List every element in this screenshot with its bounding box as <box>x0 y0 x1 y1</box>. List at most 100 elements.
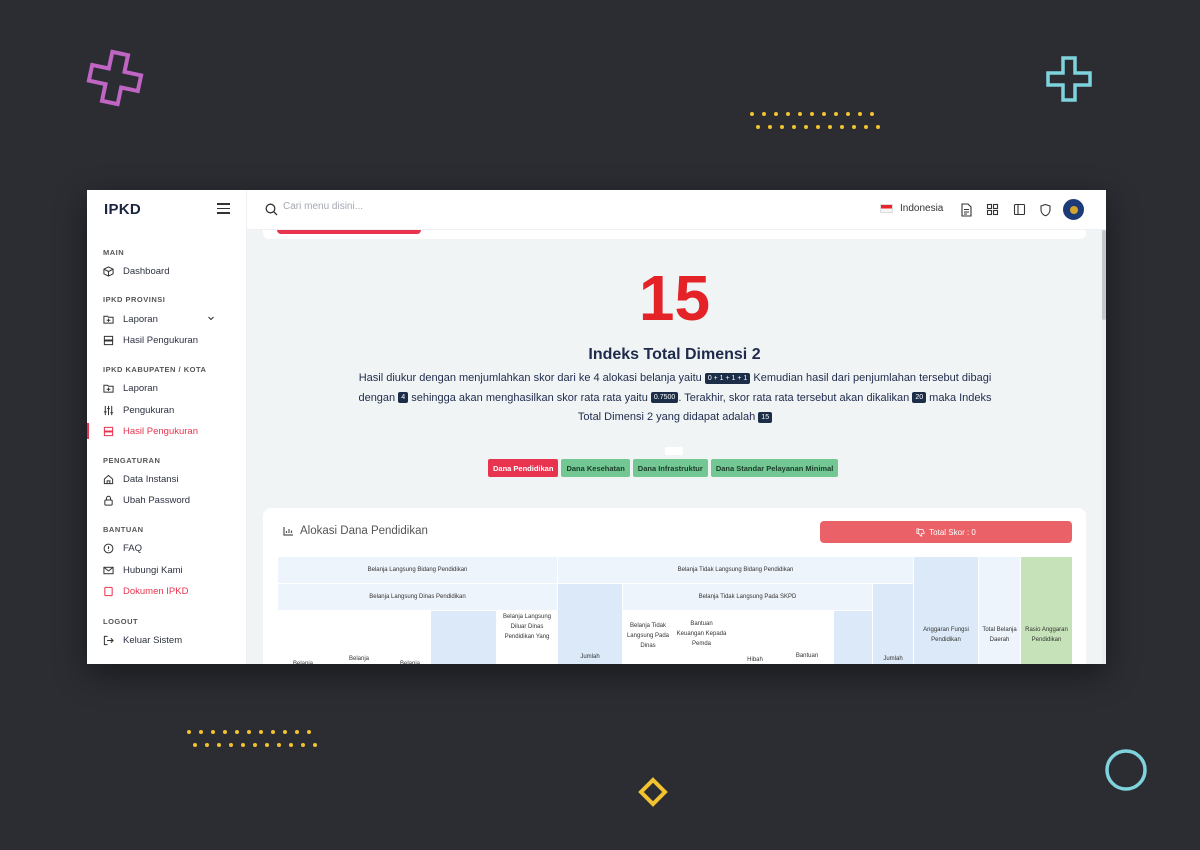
sidebar-item-label: Data Instansi <box>123 473 179 485</box>
sidebar-item-label: Keluar Sistem <box>123 634 183 646</box>
sidebar-item-label: FAQ <box>123 542 143 554</box>
language-selector[interactable]: Indonesia <box>880 203 943 214</box>
main-content: 15 Indeks Total Dimensi 2 Hasil diukur d… <box>247 230 1106 664</box>
sidebar-item-label: Ubah Password <box>123 494 191 506</box>
topbar: Indonesia <box>247 190 1106 230</box>
brand-logo[interactable]: IPKD <box>104 201 141 218</box>
red-action-bar[interactable] <box>277 230 421 234</box>
alokasi-table: Belanja Langsung Bidang Pendidikan Belan… <box>278 557 1072 664</box>
bar-chart-icon <box>283 527 293 536</box>
sidebar-item-faq[interactable]: FAQ <box>103 540 231 556</box>
table-header: Belanja <box>390 611 430 664</box>
value-chip: 0.7500 <box>650 392 679 404</box>
folder-icon <box>103 383 114 394</box>
explanation-text: . Terakhir, skor rata rata tersebut akan… <box>678 391 910 404</box>
alokasi-card: Alokasi Dana Pendidikan Total Skor : 0 B… <box>263 508 1086 664</box>
value-chip: 15 <box>758 411 773 423</box>
language-label: Indonesia <box>900 203 944 214</box>
table-header: Total Belanja Daerah <box>979 557 1020 664</box>
table-header-blank <box>431 611 496 664</box>
sidebar-item-laporan-kabupaten[interactable]: Laporan <box>103 380 231 396</box>
table-header: Belanja Tidak Langsung Bidang Pendidikan <box>558 557 913 583</box>
dot-pattern <box>750 112 886 129</box>
logout-icon <box>103 635 114 646</box>
sidebar-section-logout: LOGOUT <box>103 617 139 626</box>
table-header: Rasio Anggaran Pendidikan <box>1021 557 1072 664</box>
shield-icon[interactable] <box>1039 203 1053 217</box>
document-icon[interactable] <box>960 203 974 217</box>
sidebar-item-dokumen-ipkd[interactable]: Dokumen IPKD <box>103 583 231 599</box>
sidebar-item-label: Dokumen IPKD <box>123 585 189 597</box>
sidebar-item-label: Hasil Pengukuran <box>123 425 198 437</box>
scrollbar[interactable] <box>1102 230 1106 664</box>
table-header: Belanja Tidak Langsung Pada Dinas <box>623 611 673 664</box>
sidebar-section-pengaturan: PENGATURAN <box>103 456 161 465</box>
tab-dana-infrastruktur[interactable]: Dana Infrastruktur <box>632 459 708 477</box>
sidebar-item-label: Hasil Pengukuran <box>123 334 198 346</box>
total-score-button[interactable]: Total Skor : 0 <box>820 521 1072 543</box>
table-header: Belanja Langsung Bidang Pendidikan <box>278 557 557 583</box>
sidebar-item-ubah-password[interactable]: Ubah Password <box>103 492 231 508</box>
sidebar-item-dashboard[interactable]: Dashboard <box>103 263 231 279</box>
dot-pattern <box>187 730 323 747</box>
sidebar-item-label: Laporan <box>123 382 158 394</box>
grid-icon[interactable] <box>986 203 1000 217</box>
table-header: Belanja Tidak Langsung Pada SKPD <box>623 584 872 610</box>
sidebar-layout-icon[interactable] <box>1013 203 1027 217</box>
table-header: Belanja Langsung Dinas Pendidikan <box>278 584 557 610</box>
tab-dana-pendidikan[interactable]: Dana Pendidikan <box>488 459 559 477</box>
table-header: Jumlah <box>873 584 913 664</box>
active-indicator <box>87 423 89 439</box>
card-title-text: Alokasi Dana Pendidikan <box>300 525 428 537</box>
score-title: Indeks Total Dimensi 2 <box>588 346 761 363</box>
cube-icon <box>103 265 114 277</box>
score-explanation: Hasil diukur dengan menjumlahkan skor da… <box>357 369 993 428</box>
info-icon <box>103 543 114 554</box>
chevron-down-icon <box>207 314 215 325</box>
score-value: 15 <box>638 262 711 334</box>
search-icon <box>265 203 278 221</box>
table-header: Bantuan Keuangan Kepada Pemda <box>674 611 729 664</box>
card-title: Alokasi Dana Pendidikan <box>283 525 428 537</box>
sidebar-item-label: Dashboard <box>123 265 170 277</box>
book-icon <box>103 586 114 597</box>
sidebar-item-hasil-pengukuran-provinsi[interactable]: Hasil Pengukuran <box>103 332 231 348</box>
sidebar: IPKD MAIN Dashboard IPKD PROVINSI Lapora… <box>87 190 247 664</box>
sidebar-item-keluar-sistem[interactable]: Keluar Sistem <box>103 632 231 648</box>
tab-dana-kesehatan[interactable]: Dana Kesehatan <box>561 459 630 477</box>
sidebar-item-hasil-pengukuran-kabupaten[interactable]: Hasil Pengukuran <box>103 423 231 439</box>
circle-outline-icon <box>1105 749 1147 791</box>
search-input[interactable] <box>283 201 483 212</box>
sidebar-item-label: Hubungi Kami <box>123 564 183 576</box>
plus-outline-icon <box>1046 56 1092 102</box>
server-icon <box>103 426 114 437</box>
sidebar-item-label: Laporan <box>123 313 158 325</box>
table-header: Belanja <box>278 611 328 664</box>
sidebar-item-label: Pengukuran <box>123 404 175 416</box>
plus-outline-icon <box>86 49 144 107</box>
sidebar-item-pengukuran[interactable]: Pengukuran <box>103 402 231 418</box>
folder-icon <box>103 314 114 325</box>
table-header-blank <box>834 611 872 664</box>
server-icon <box>103 335 114 346</box>
table-header: Hibah <box>730 611 780 664</box>
avatar[interactable] <box>1063 199 1084 220</box>
sidebar-section-bantuan: BANTUAN <box>103 525 144 534</box>
table-header: Belanja <box>329 611 389 664</box>
explanation-text: Hasil diukur dengan menjumlahkan skor da… <box>358 372 702 384</box>
sidebar-item-data-instansi[interactable]: Data Instansi <box>103 471 231 487</box>
home-icon <box>103 474 114 485</box>
menu-toggle-icon[interactable] <box>217 203 230 214</box>
scrollbar-thumb[interactable] <box>1102 230 1106 320</box>
app-window: IPKD MAIN Dashboard IPKD PROVINSI Lapora… <box>87 190 1106 664</box>
sidebar-section-ipkd-kabupaten: IPKD KABUPATEN / KOTA <box>103 365 207 374</box>
value-chip: 20 <box>912 392 927 404</box>
sidebar-item-hubungi-kami[interactable]: Hubungi Kami <box>103 562 231 578</box>
table-header: Jumlah <box>558 584 622 664</box>
sliders-icon <box>103 405 114 416</box>
sidebar-item-laporan-provinsi[interactable]: Laporan <box>103 311 231 327</box>
tab-dana-spm[interactable]: Dana Standar Pelayanan Minimal <box>710 459 839 477</box>
carousel-indicator[interactable] <box>665 447 683 455</box>
sidebar-section-main: MAIN <box>103 248 125 257</box>
diamond-outline-icon <box>638 777 668 807</box>
